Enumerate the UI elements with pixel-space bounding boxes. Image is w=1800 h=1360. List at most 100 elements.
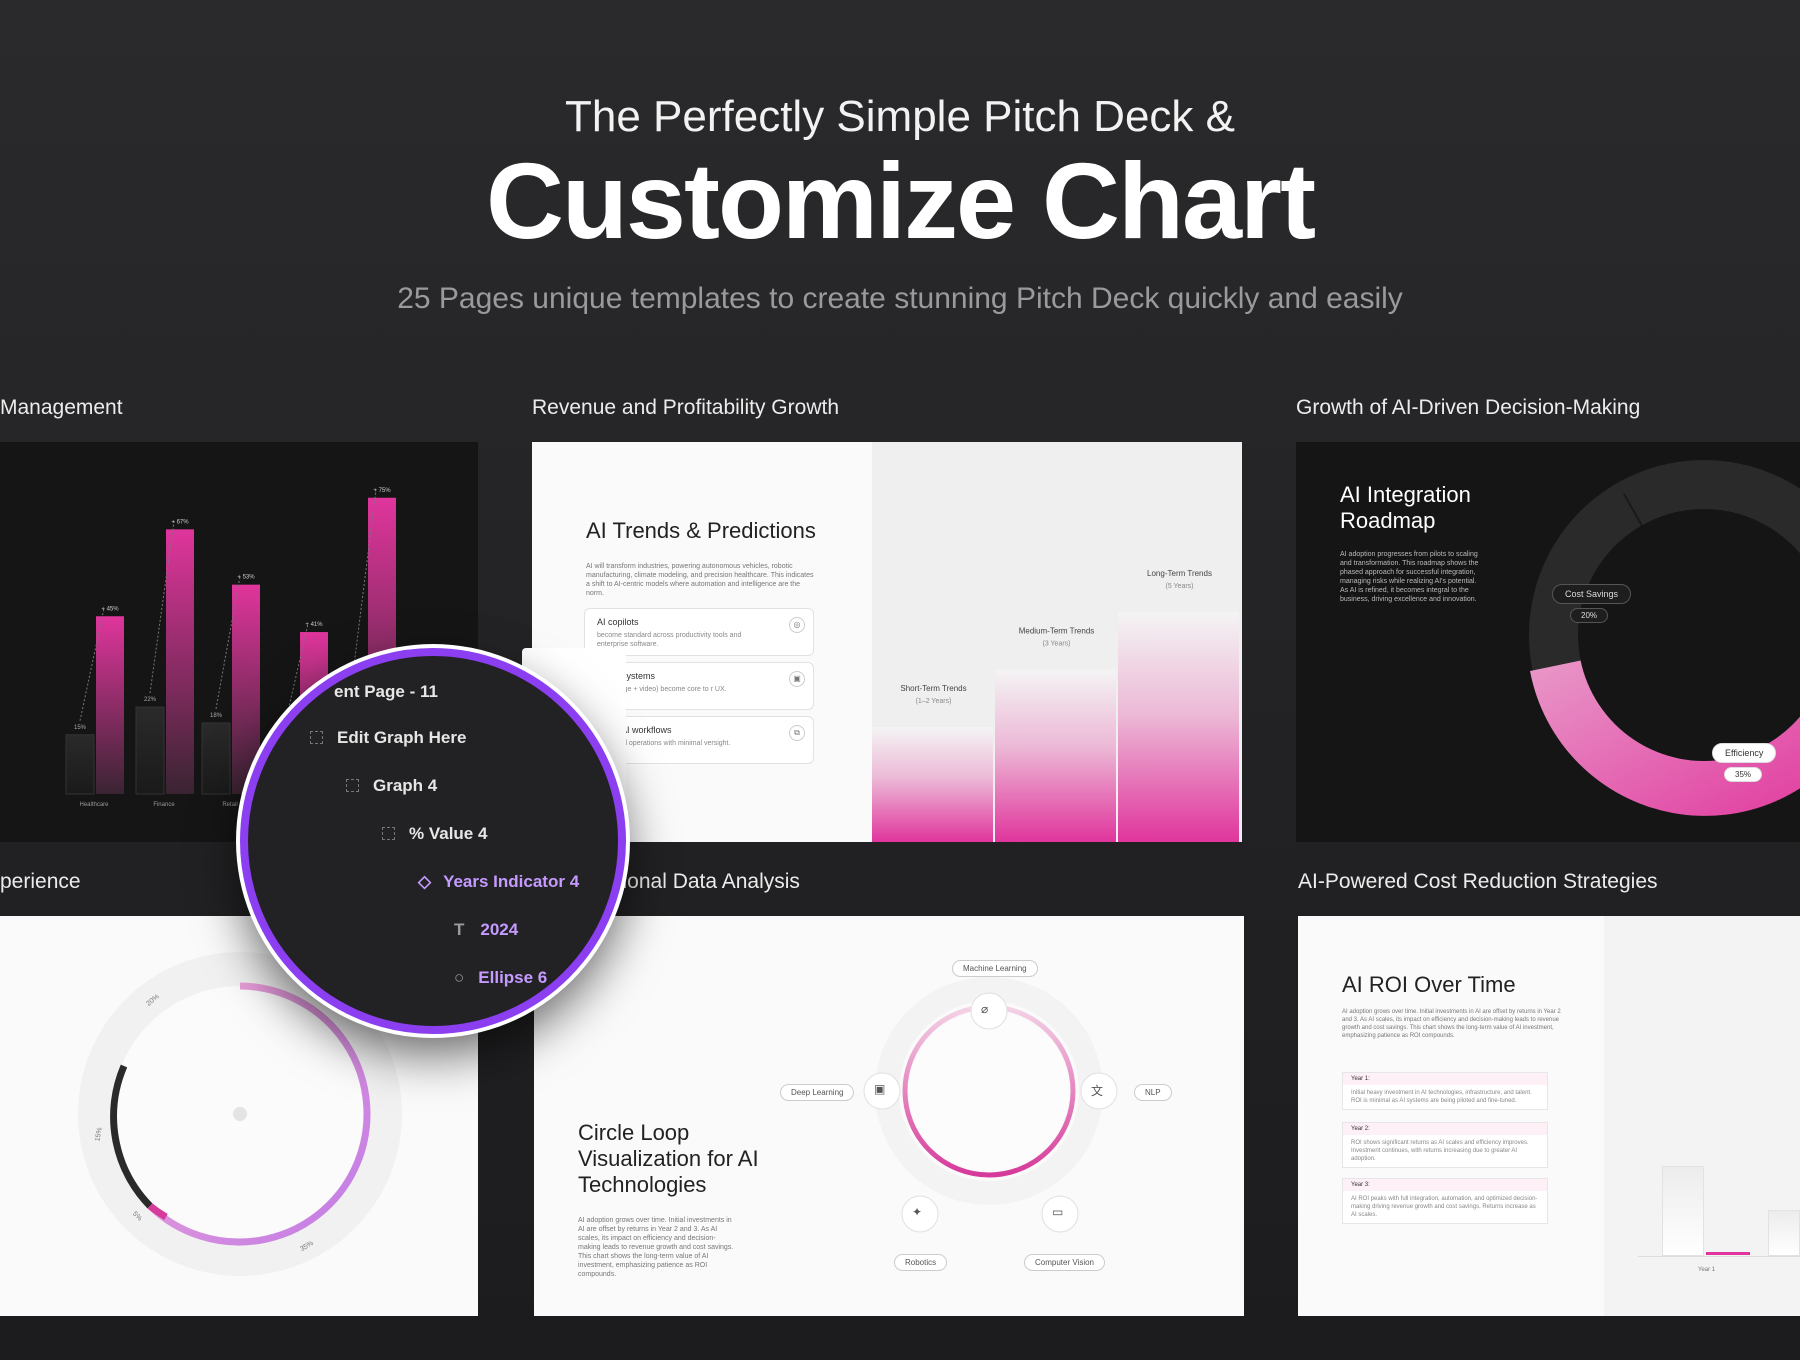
roi-row-year-3: Year 3: AI ROI peaks with full integrati… [1342, 1178, 1548, 1224]
layer-label: Edit Graph Here [337, 728, 467, 747]
roi-bar-year-1 [1662, 1166, 1704, 1256]
trend-bar-label: Long-Term Trends [1147, 569, 1212, 578]
layer-label: Years Indicator 4 [443, 872, 580, 891]
donut-label-cost-savings: Cost Savings [1552, 584, 1632, 604]
text-layer-icon: T [454, 920, 465, 939]
layer-label: % Value 4 [409, 824, 488, 843]
layer-label: 2024 [480, 920, 519, 939]
ellipse-icon: ○ [454, 968, 465, 987]
machine-learning-icon: ⌀ [981, 1002, 989, 1016]
roi-row-body: ROI shows significant returns as AI scal… [1351, 1140, 1529, 1162]
layer-item-graph[interactable]: Graph 4 [346, 776, 437, 796]
chip-icon: ▣ [874, 1082, 886, 1096]
bar-label-high: + 75% [373, 488, 391, 494]
bar-label-low: 22% [144, 697, 157, 703]
circle-loop-diagram [863, 977, 1118, 1233]
slide-title: AI ROI Over Time [1342, 972, 1516, 997]
card-caption-experience: perience [0, 870, 81, 893]
trend-bar [1118, 612, 1239, 842]
roi-row-body: AI ROI peaks with full integration, auto… [1351, 1196, 1538, 1218]
component-diamond-icon: ◇ [418, 872, 432, 891]
bar-growth [96, 616, 124, 794]
trend-bar-sublabel: (3 Years) [1042, 641, 1070, 648]
bar-label-high: + 67% [171, 519, 189, 525]
card-caption-decision: Growth of AI-Driven Decision-Making [1296, 396, 1641, 419]
layer-item-edit-graph[interactable]: Edit Graph Here [310, 728, 466, 748]
layer-label: Ellipse 6 [478, 968, 548, 987]
node-label-robotics: Robotics [894, 1254, 948, 1271]
bar-label-high: + 41% [305, 622, 323, 628]
frame-icon [310, 731, 323, 744]
slide-card-ai-trends[interactable]: AI Trends & Predictions AI will transfor… [532, 442, 1242, 842]
layer-label: Graph 4 [373, 776, 438, 795]
bar-label-low: 15% [74, 725, 87, 731]
frame-icon [382, 827, 395, 840]
translate-icon: 文 [1091, 1084, 1104, 1098]
category-label: Retail [222, 802, 237, 808]
card-caption-data-analysis: itional Data Analysis [612, 870, 800, 893]
bar-base [135, 706, 165, 795]
donut-value-cost-savings: 20% [1570, 608, 1609, 623]
node-label-nlp: NLP [1134, 1084, 1172, 1101]
card-caption-revenue: Revenue and Profitability Growth [532, 396, 839, 419]
roi-bar-year-2 [1768, 1210, 1800, 1256]
slide-title: AI Trends & Predictions [586, 518, 816, 543]
roi-bar-marker [1706, 1252, 1750, 1255]
copilot-icon: ◎ [789, 617, 805, 633]
trend-bar-label: Medium-Term Trends [1019, 627, 1095, 636]
donut-chart [1529, 460, 1800, 816]
slide-card-circle-loop[interactable]: Circle Loop Visualization for AI Technol… [534, 916, 1244, 1316]
donut-label-efficiency: Efficiency [1712, 743, 1777, 763]
loop-center [909, 1011, 1069, 1171]
roi-axis-label: Year 1 [1698, 1267, 1716, 1273]
workflow-icon: ⧉ [789, 725, 805, 741]
bar-base [65, 734, 95, 795]
bar-growth [166, 529, 194, 794]
slide-card-roi[interactable]: AI ROI Over Time AI adoption grows over … [1298, 916, 1800, 1316]
roi-row-body: Initial heavy investment in AI technolog… [1351, 1090, 1532, 1104]
layer-item-value[interactable]: % Value 4 [382, 824, 487, 844]
trend-row-title: AI copilots [597, 617, 639, 627]
robot-arm-icon: ✦ [912, 1205, 923, 1219]
roi-row-heading: Year 2: [1343, 1123, 1547, 1135]
category-label: Healthcare [79, 802, 109, 808]
layers-page-title: ent Page - 11 [334, 682, 438, 701]
roi-axis-line [1638, 1256, 1800, 1257]
card-caption-cost-reduction: AI-Powered Cost Reduction Strategies [1298, 870, 1658, 893]
radial-center-dot [233, 1107, 247, 1121]
trend-row-desc: become standard across productivity tool… [597, 632, 742, 648]
roi-row-year-2: Year 2: ROI shows significant returns as… [1342, 1122, 1548, 1168]
node-label-ml: Machine Learning [952, 960, 1038, 977]
header-description: 25 Pages unique templates to create stun… [397, 282, 1403, 315]
bar-label-low: 18% [210, 713, 223, 719]
trend-bar-sublabel: (5 Years) [1165, 583, 1193, 590]
trend-bar-sublabel: (1–2 Years) [916, 698, 952, 705]
trend-bar-label: Short-Term Trends [900, 684, 966, 693]
trend-bar [995, 669, 1116, 842]
roi-row-year-1: Year 1: Initial heavy investment in AI t… [1342, 1072, 1548, 1110]
bar-label-high: + 53% [237, 575, 255, 581]
slide-description: AI adoption grows over time. Initial inv… [1342, 1009, 1561, 1039]
node-ml-circle [970, 992, 1008, 1030]
slide-card-roadmap[interactable]: AI Integration Roadmap AI adoption progr… [1296, 442, 1800, 842]
donut-value-efficiency: 35% [1724, 767, 1763, 782]
trend-bar [872, 727, 993, 842]
trend-bar-chart: Short-Term Trends (1–2 Years) Medium-Term … [872, 569, 1239, 842]
card-caption-management: Management [0, 396, 123, 419]
layer-item-years-indicator[interactable]: ◇ Years Indicator 4 [418, 872, 579, 892]
image-icon: ▣ [789, 671, 805, 687]
category-label: Finance [153, 802, 175, 808]
layers-magnifier[interactable]: ent Page - 11 Edit Graph Here Graph 4 % … [240, 648, 626, 1034]
layer-item-2024[interactable]: T 2024 [454, 920, 518, 940]
layer-item-ellipse[interactable]: ○ Ellipse 6 [454, 968, 547, 988]
node-label-dl: Deep Learning [780, 1084, 855, 1101]
roi-row-heading: Year 3: [1343, 1179, 1547, 1191]
roi-row-heading: Year 1: [1343, 1073, 1547, 1085]
bar-base [201, 722, 231, 795]
frame-icon [346, 779, 359, 792]
computer-vision-icon: ▭ [1052, 1205, 1064, 1219]
bar-label-high: + 45% [101, 606, 119, 612]
node-label-cv: Computer Vision [1024, 1254, 1105, 1271]
header-title: Customize Chart [485, 140, 1316, 261]
slide-description: AI will transform industries, powering a… [586, 563, 814, 597]
